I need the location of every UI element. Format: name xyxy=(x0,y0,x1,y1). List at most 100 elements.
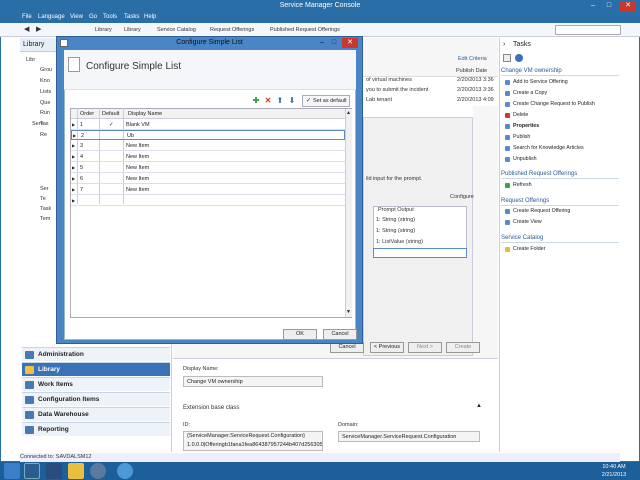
maximize-button[interactable]: □ xyxy=(601,1,617,11)
row-display-name[interactable]: New Item xyxy=(126,185,149,195)
grid-cell[interactable]: Lab tenant xyxy=(366,97,392,103)
workspace-data-warehouse[interactable]: Data Warehouse xyxy=(22,407,170,421)
scroll-down-icon[interactable]: ▼ xyxy=(346,309,351,315)
menu-language[interactable]: Language xyxy=(38,12,65,23)
grid-cell[interactable]: 2/20/2013 3:36 xyxy=(457,77,494,83)
tree-item[interactable]: Que xyxy=(40,99,50,107)
prompt-output-cell[interactable]: 1: ListValue (string) xyxy=(376,239,423,245)
menu-file[interactable]: File xyxy=(22,12,32,23)
prompt-output-cell[interactable]: 1: String (string) xyxy=(376,217,415,223)
tree-item[interactable]: Kno xyxy=(40,77,50,85)
tree-item[interactable]: Serv xyxy=(32,120,43,128)
task-unpublish[interactable]: Unpublish xyxy=(505,155,619,164)
pin-icon[interactable] xyxy=(503,54,511,62)
internet-explorer-icon[interactable] xyxy=(117,463,133,479)
task-create-a-copy[interactable]: Create a Copy xyxy=(505,89,619,98)
breadcrumb-1[interactable]: Library xyxy=(95,26,112,34)
service-manager-icon[interactable] xyxy=(90,463,106,479)
column-default[interactable]: Default xyxy=(102,110,119,119)
dialog-close-button[interactable]: ✕ xyxy=(342,38,358,48)
grid-scrollbar[interactable] xyxy=(345,109,352,317)
task-create-change-request[interactable]: Create Change Request to Publish xyxy=(505,100,619,109)
tree-item[interactable]: Te xyxy=(40,195,46,203)
list-row[interactable]: ▶ 5 New Item xyxy=(71,163,345,173)
display-name-field[interactable]: Change VM ownership xyxy=(183,376,323,387)
wizard-next-button[interactable]: Next > xyxy=(408,342,442,353)
breadcrumb-5[interactable]: Published Request Offerings xyxy=(270,26,340,34)
help-icon[interactable] xyxy=(515,54,523,62)
row-display-name[interactable]: New Item xyxy=(126,141,149,151)
wizard-previous-button[interactable]: < Previous xyxy=(370,342,404,353)
tree-item[interactable]: Lists xyxy=(40,88,51,96)
task-create-request-offering[interactable]: Create Request Offering xyxy=(505,207,619,216)
column-display-name[interactable]: Display Name xyxy=(128,110,162,119)
publish-date-header[interactable]: Publish Date xyxy=(456,68,487,74)
tree-item[interactable]: Grou xyxy=(40,66,52,74)
cancel-button[interactable]: Cancel xyxy=(323,329,357,340)
wizard-create-button[interactable]: Create xyxy=(446,342,480,353)
workspace-administration[interactable]: Administration xyxy=(22,347,170,361)
row-display-name[interactable]: Ub xyxy=(127,131,134,141)
menu-tasks[interactable]: Tasks xyxy=(124,12,139,23)
back-icon[interactable]: ◀ xyxy=(24,26,29,34)
server-manager-icon[interactable] xyxy=(24,463,40,479)
clock[interactable]: 10:40 AM 2/21/2013 xyxy=(590,463,638,479)
row-display-name[interactable]: Blank VM xyxy=(126,120,150,130)
breadcrumb-3[interactable]: Service Catalog xyxy=(157,26,196,34)
list-row[interactable]: ▶ 1 ✓ Blank VM xyxy=(71,120,345,130)
row-display-name[interactable]: New Item xyxy=(126,174,149,184)
set-as-default-button[interactable]: ✓ Set as default xyxy=(302,95,350,107)
task-publish[interactable]: Publish xyxy=(505,133,619,142)
list-row-selected[interactable]: ▶ 2 Ub xyxy=(71,130,345,140)
workspace-configuration-items[interactable]: Configuration Items xyxy=(22,392,170,406)
row-default[interactable]: ✓ xyxy=(109,120,114,130)
breadcrumb-4[interactable]: Request Offerings xyxy=(210,26,254,34)
powershell-icon[interactable] xyxy=(46,463,62,479)
task-search-knowledge[interactable]: Search for Knowledge Articles xyxy=(505,144,619,153)
collapse-icon[interactable]: ▲ xyxy=(476,403,482,409)
explorer-icon[interactable] xyxy=(68,463,84,479)
list-row[interactable]: ▶ 3 New Item xyxy=(71,141,345,151)
tree-item[interactable]: Task xyxy=(40,205,51,213)
task-refresh[interactable]: Refresh xyxy=(505,181,619,190)
row-display-name[interactable]: New Item xyxy=(126,163,149,173)
close-button[interactable]: ✕ xyxy=(620,1,636,11)
column-order[interactable]: Order xyxy=(80,110,94,119)
edit-criteria-link[interactable]: Edit Criteria xyxy=(458,56,487,62)
add-icon[interactable]: ✚ xyxy=(252,97,260,105)
task-create-view[interactable]: Create View xyxy=(505,218,619,227)
workspace-reporting[interactable]: Reporting xyxy=(22,422,170,436)
menu-tools[interactable]: Tools xyxy=(103,12,117,23)
workspace-library[interactable]: Library xyxy=(22,362,170,376)
row-display-name[interactable]: New Item xyxy=(126,152,149,162)
menu-view[interactable]: View xyxy=(70,12,83,23)
breadcrumb-2[interactable]: Library xyxy=(124,26,141,34)
scroll-up-icon[interactable]: ▲ xyxy=(346,110,351,116)
grid-cell[interactable]: 2/20/2013 4:09 xyxy=(457,97,494,103)
search-input[interactable] xyxy=(555,25,621,35)
list-row[interactable]: ▶ 4 New Item xyxy=(71,152,345,162)
list-row[interactable]: ▶ 7 New Item xyxy=(71,185,345,195)
tree-item[interactable]: Libr xyxy=(26,56,35,64)
tree-item[interactable]: Run xyxy=(40,109,50,117)
chevron-right-icon[interactable]: › xyxy=(503,41,505,48)
dialog-maximize-button[interactable]: □ xyxy=(328,38,340,48)
tree-item[interactable]: Tem xyxy=(40,215,50,223)
grid-cell[interactable]: of virtual machines xyxy=(366,77,412,83)
ok-button[interactable]: OK xyxy=(283,329,317,340)
domain-field[interactable]: ServiceManager.ServiceRequest.Configurat… xyxy=(338,431,480,442)
id-field[interactable]: {ServiceManager.ServiceRequest.Configura… xyxy=(183,431,323,451)
delete-icon[interactable]: ✕ xyxy=(264,97,272,105)
dialog-minimize-button[interactable]: – xyxy=(316,38,328,48)
configure-link[interactable]: Configure xyxy=(450,194,474,200)
list-row[interactable]: ▶ 6 New Item xyxy=(71,174,345,184)
grid-cell[interactable]: 2/20/2013 3:36 xyxy=(457,87,494,93)
tree-item[interactable]: Ser xyxy=(40,185,49,193)
tree-item[interactable]: Re xyxy=(40,131,47,139)
menu-help[interactable]: Help xyxy=(144,12,156,23)
list-row-new[interactable]: ▶ xyxy=(71,196,345,206)
forward-icon[interactable]: ▶ xyxy=(36,26,41,34)
move-up-icon[interactable]: ⬆ xyxy=(276,97,284,105)
task-create-folder[interactable]: Create Folder xyxy=(505,245,619,254)
task-add-to-service-offering[interactable]: Add to Service Offering xyxy=(505,78,619,87)
